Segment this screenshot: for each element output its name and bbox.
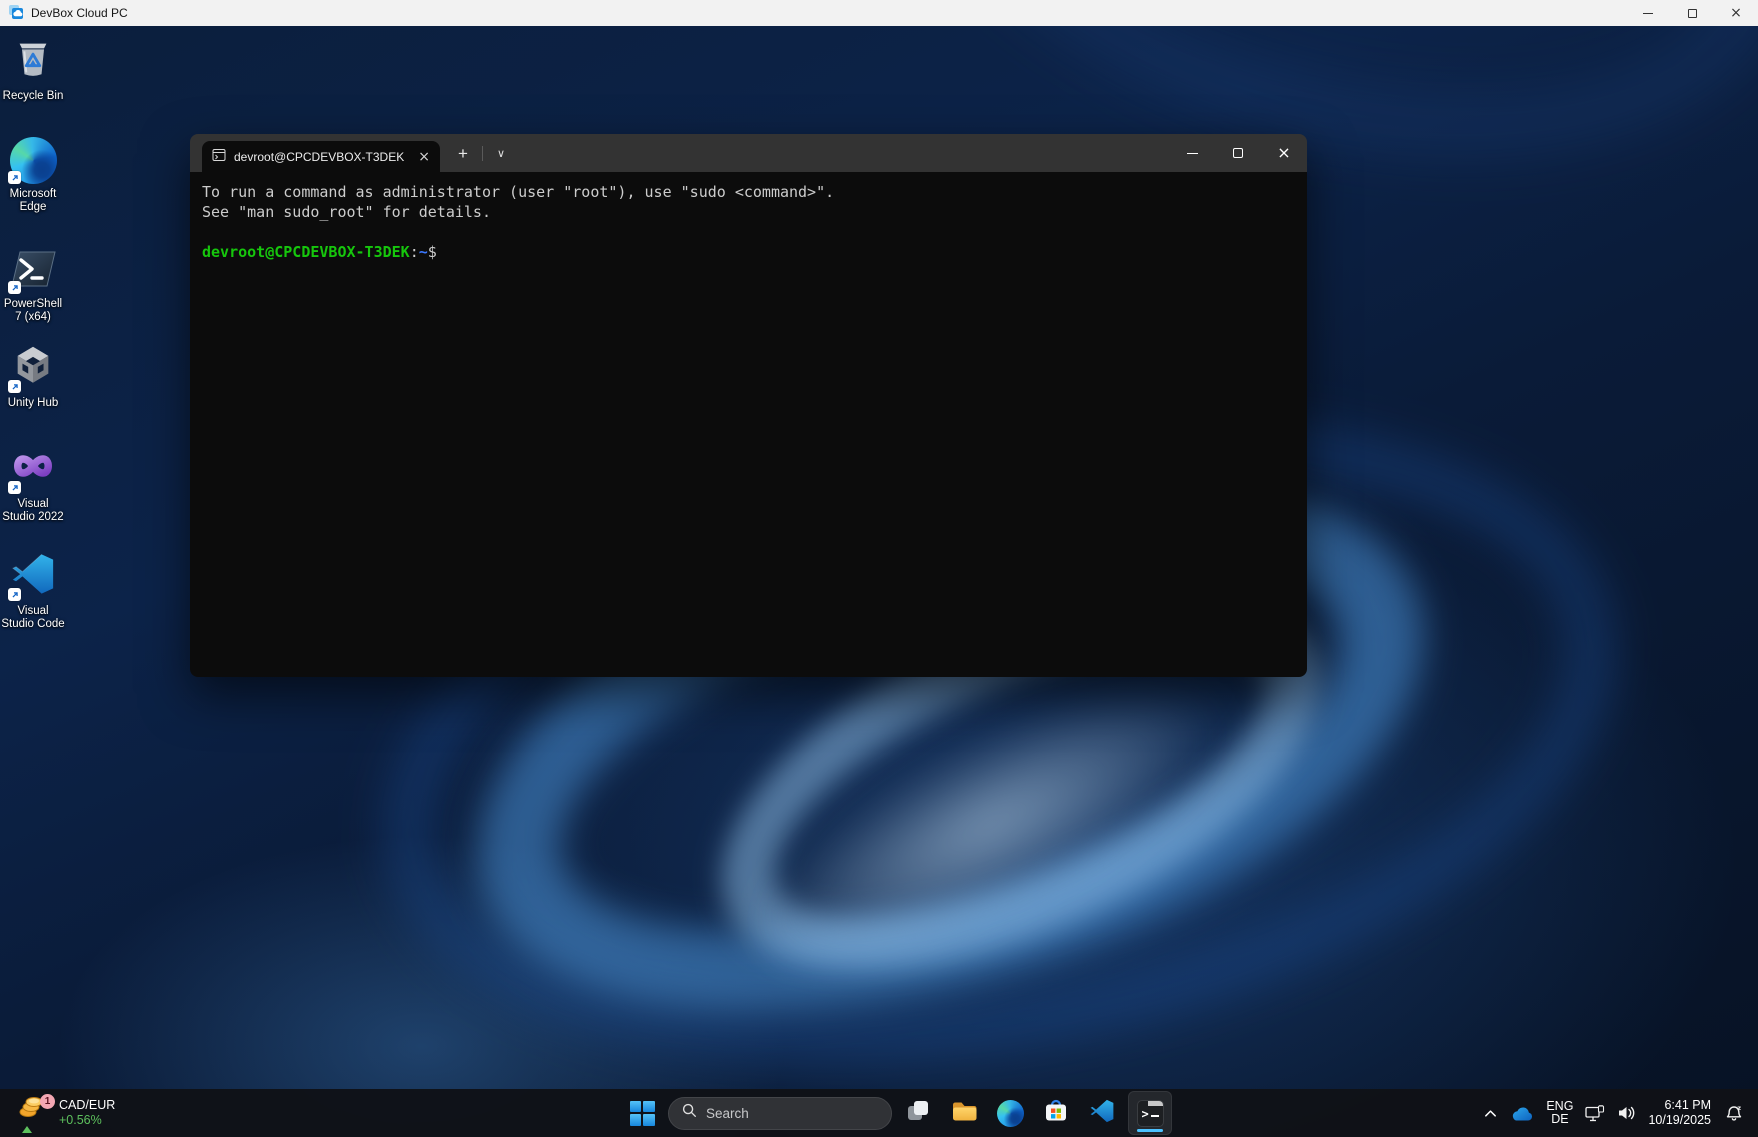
search-input[interactable] <box>706 1106 878 1121</box>
session-maximize-button[interactable] <box>1670 0 1714 26</box>
clock-date: 10/19/2025 <box>1648 1113 1711 1129</box>
desktop-icon-label: Visual Studio 2022 <box>1 498 65 524</box>
language-indicator[interactable]: ENG DE <box>1546 1100 1573 1127</box>
taskbar-clock[interactable]: 6:41 PM 10/19/2025 <box>1648 1098 1711 1129</box>
system-tray: ENG DE <box>1483 1089 1752 1137</box>
desktop-icon-label: Visual Studio Code <box>1 605 65 631</box>
search-icon <box>682 1103 697 1123</box>
cmd-tab-icon <box>212 148 226 165</box>
trend-up-icon <box>22 1126 32 1133</box>
desktop-icon-unity-hub[interactable]: Unity Hub <box>1 343 65 410</box>
terminal-close-button[interactable]: × <box>1261 134 1307 172</box>
desktop-icon-recycle-bin[interactable]: Recycle Bin <box>1 36 65 103</box>
terminal-motd-line2: See "man sudo_root" for details. <box>202 202 1295 222</box>
desktop-icon-powershell-7[interactable]: PowerShell 7 (x64) <box>1 244 65 324</box>
microsoft-store-icon <box>1043 1097 1069 1129</box>
edge-taskbar-button[interactable] <box>990 1093 1030 1133</box>
file-explorer-icon <box>951 1099 978 1128</box>
tab-dropdown-button[interactable]: ∨ <box>489 147 513 160</box>
widget-badge: 1 <box>40 1094 55 1109</box>
terminal-tab-bar: devroot@CPCDEVBOX-T3DEK × + ∨ × <box>190 134 1307 172</box>
tray-overflow-button[interactable] <box>1483 1107 1498 1119</box>
desktop-icon-visual-studio-code[interactable]: Visual Studio Code <box>1 551 65 631</box>
vscode-taskbar-button[interactable] <box>1082 1093 1122 1133</box>
minimize-icon <box>1643 13 1653 14</box>
terminal-window: devroot@CPCDEVBOX-T3DEK × + ∨ × To run a… <box>190 134 1307 677</box>
prompt-path: ~ <box>419 243 428 261</box>
desktop-icon-label: Recycle Bin <box>1 90 65 103</box>
minimize-icon <box>1187 153 1198 154</box>
svg-text:z: z <box>1737 1104 1741 1112</box>
session-minimize-button[interactable] <box>1626 0 1670 26</box>
prompt-separator: : <box>410 243 419 261</box>
terminal-minimize-button[interactable] <box>1169 134 1215 172</box>
windows-terminal-icon: > <box>1137 1100 1164 1127</box>
language-primary: ENG <box>1546 1100 1573 1114</box>
task-view-button[interactable] <box>898 1093 938 1133</box>
shortcut-arrow-icon <box>8 281 21 294</box>
file-explorer-button[interactable] <box>944 1093 984 1133</box>
recycle-bin-icon <box>10 34 56 86</box>
terminal-tab-title: devroot@CPCDEVBOX-T3DEK <box>234 150 408 164</box>
onedrive-cloud-icon <box>1510 1105 1534 1122</box>
microsoft-store-button[interactable] <box>1036 1093 1076 1133</box>
desktop-icon-label: Microsoft Edge <box>1 188 65 214</box>
session-window-controls: × <box>1626 0 1758 26</box>
edge-icon <box>997 1100 1024 1127</box>
session-title: DevBox Cloud PC <box>31 6 128 20</box>
maximize-icon <box>1233 148 1243 158</box>
task-view-icon <box>906 1099 930 1128</box>
shortcut-arrow-icon <box>8 171 21 184</box>
clock-time: 6:41 PM <box>1664 1098 1711 1114</box>
taskbar: 1 CAD/EUR +0.56% <box>0 1089 1758 1137</box>
prompt-symbol: $ <box>428 243 437 261</box>
onedrive-tray-button[interactable] <box>1510 1105 1534 1122</box>
terminal-tab[interactable]: devroot@CPCDEVBOX-T3DEK × <box>202 141 440 172</box>
network-icon <box>1585 1105 1605 1122</box>
notification-center-button[interactable]: z <box>1725 1104 1744 1123</box>
close-icon: × <box>1277 145 1290 161</box>
prompt-user-host: devroot@CPCDEVBOX-T3DEK <box>202 243 410 261</box>
desktop-icon-visual-studio-2022[interactable]: Visual Studio 2022 <box>1 444 65 524</box>
vscode-icon <box>1089 1098 1115 1129</box>
devbox-app-icon <box>8 4 24 23</box>
volume-tray-button[interactable] <box>1617 1105 1636 1121</box>
terminal-motd-line1: To run a command as administrator (user … <box>202 182 1295 202</box>
taskbar-center-icons: > <box>622 1089 1172 1137</box>
widget-pair-label: CAD/EUR <box>59 1098 115 1113</box>
session-titlebar: DevBox Cloud PC × <box>0 0 1758 26</box>
session-close-button[interactable]: × <box>1714 0 1758 26</box>
desktop-icon-label: Unity Hub <box>1 397 65 410</box>
desktop-icon-microsoft-edge[interactable]: Microsoft Edge <box>1 134 65 214</box>
widget-change-value: +0.56% <box>59 1113 115 1128</box>
notification-bell-icon: z <box>1725 1104 1744 1123</box>
maximize-icon <box>1688 9 1697 18</box>
chevron-up-icon <box>1483 1107 1498 1119</box>
start-button[interactable] <box>622 1093 662 1133</box>
terminal-taskbar-button[interactable]: > <box>1128 1091 1172 1135</box>
shortcut-arrow-icon <box>8 588 21 601</box>
terminal-maximize-button[interactable] <box>1215 134 1261 172</box>
close-icon: × <box>1730 6 1742 20</box>
taskbar-search-box[interactable] <box>668 1097 892 1130</box>
terminal-window-controls: × <box>1169 134 1307 172</box>
tab-close-button[interactable]: × <box>416 150 432 164</box>
network-tray-button[interactable] <box>1585 1105 1605 1122</box>
language-secondary: DE <box>1551 1113 1568 1127</box>
widgets-button[interactable]: 1 CAD/EUR +0.56% <box>10 1089 123 1137</box>
terminal-prompt-line: devroot@CPCDEVBOX-T3DEK:~$ <box>202 242 1295 262</box>
new-tab-button[interactable]: + <box>450 145 476 162</box>
remote-desktop-screen: DevBox Cloud PC × Recycle Bin <box>0 0 1758 1137</box>
windows-start-icon <box>630 1101 655 1126</box>
shortcut-arrow-icon <box>8 380 21 393</box>
shortcut-arrow-icon <box>8 481 21 494</box>
speaker-icon <box>1617 1105 1636 1121</box>
tab-bar-separator <box>482 146 483 161</box>
desktop-icon-label: PowerShell 7 (x64) <box>1 298 65 324</box>
terminal-content[interactable]: To run a command as administrator (user … <box>190 172 1307 677</box>
active-app-indicator <box>1137 1129 1163 1132</box>
